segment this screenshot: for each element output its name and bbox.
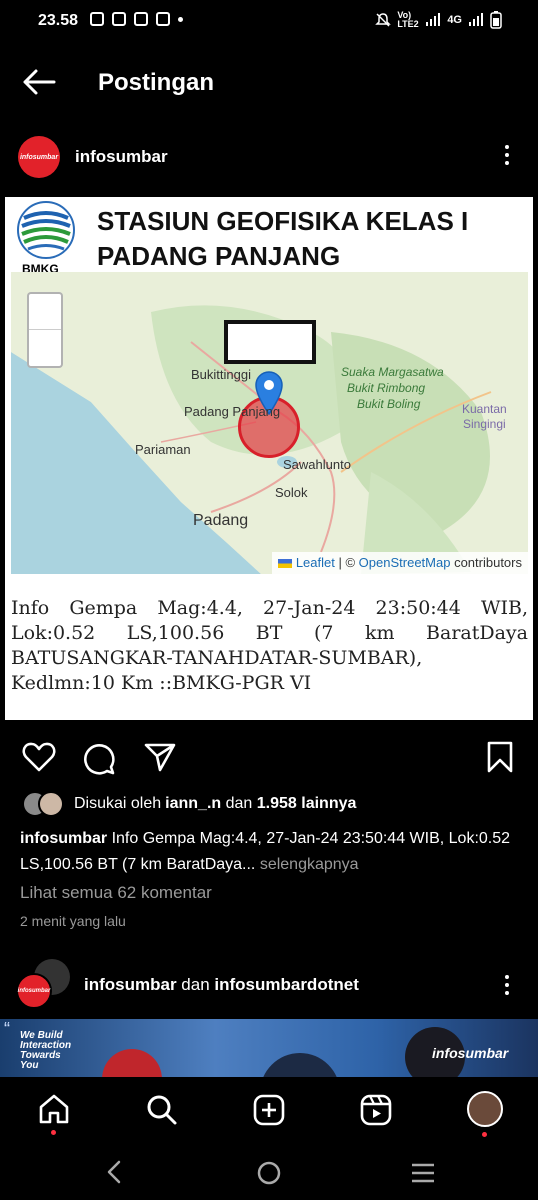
volte-label: Vo) LTE2: [397, 10, 419, 29]
youtube-notification-icon: [90, 12, 104, 26]
avatar-text: infosumbar: [19, 153, 59, 161]
post-caption: infosumbar Info Gempa Mag:4.4, 27-Jan-24…: [20, 826, 520, 878]
search-icon[interactable]: [146, 1094, 178, 1126]
map-label-kuantan-line1: Kuantan: [462, 402, 507, 416]
magnitude-popup[interactable]: Mag : 4.4: [224, 320, 316, 364]
map-attribution: Leaflet | © OpenStreetMap contributors: [272, 552, 528, 574]
likes-user[interactable]: iann_.n: [165, 795, 221, 813]
likes-mid: dan: [221, 795, 257, 812]
map-label-solok: Solok: [275, 485, 308, 500]
station-title-line2: PADANG PANJANG: [97, 241, 341, 271]
map-label-reserve-line1: Suaka Margasatwa: [341, 365, 444, 379]
map-label-sawahlunto: Sawahlunto: [283, 457, 351, 472]
likes-row[interactable]: Disukai oleh iann_.n dan 1.958 lainnya: [22, 791, 356, 817]
map-label-kuantan-line2: Singingi: [463, 417, 506, 431]
page-header: Postingan: [0, 58, 538, 108]
slogan-line: You: [20, 1060, 39, 1071]
info-line: BATUSANGKAR-TANAHDATAR-SUMBAR),: [11, 647, 423, 669]
author-avatar[interactable]: infosumbar: [16, 973, 52, 1009]
post2-author1[interactable]: infosumbar: [84, 975, 177, 994]
post2-joiner: dan: [176, 975, 215, 994]
comment-icon[interactable]: [82, 741, 116, 775]
map-label-kuantan: Kuantan Singingi: [462, 402, 507, 432]
map-label-reserve-line2: Bukit Rimbong: [347, 381, 426, 395]
earthquake-info-text: Info Gempa Mag:4.4, 27-Jan-24 23:50:44 W…: [11, 596, 528, 696]
page-title: Postingan: [98, 69, 215, 96]
liker-avatar: [38, 791, 64, 817]
caption-author[interactable]: infosumbar: [20, 830, 107, 847]
instagram-notification-icon: [156, 12, 170, 26]
home-notification-dot: [51, 1130, 56, 1135]
post-author[interactable]: infosumbar: [75, 147, 168, 167]
more-options-icon[interactable]: [505, 975, 509, 995]
leaflet-link[interactable]: Leaflet: [296, 555, 335, 570]
system-back-icon[interactable]: [105, 1160, 123, 1184]
zoom-out-button[interactable]: −: [29, 330, 61, 366]
post-action-bar: [0, 738, 538, 778]
mute-icon: [375, 13, 392, 27]
bottom-navigation: [0, 1077, 538, 1145]
osm-link[interactable]: OpenStreetMap: [359, 555, 451, 570]
likes-count[interactable]: 1.958 lainnya: [257, 795, 357, 813]
system-home-icon[interactable]: [256, 1160, 282, 1186]
info-line: Info Gempa Mag:4.4, 27-Jan-24 23:50:44 W…: [11, 597, 528, 619]
map-label-reserve-line3: Bukit Boling: [357, 397, 421, 411]
share-icon[interactable]: [143, 741, 177, 773]
create-icon[interactable]: [253, 1094, 285, 1126]
map-label-bukittinggi: Bukittinggi: [191, 367, 251, 382]
battery-icon: [490, 11, 502, 29]
caption-more-link[interactable]: selengkapnya: [255, 856, 359, 873]
more-options-icon[interactable]: [505, 145, 509, 165]
view-comments-link[interactable]: Lihat semua 62 komentar: [20, 883, 212, 903]
status-system-icons: Vo) LTE2 4G: [375, 11, 502, 29]
info-line: Kedlmn:10 Km ::BMKG-PGR VI: [11, 672, 312, 694]
map-label-pariaman: Pariaman: [135, 442, 191, 457]
bmkg-logo: [17, 201, 75, 259]
station-title-line1: STASIUN GEOFISIKA KELAS I: [97, 206, 469, 236]
avatar-text: infosumbar: [17, 988, 51, 994]
signal-icon: [469, 13, 483, 26]
attribution-contributors: contributors: [450, 555, 522, 570]
post2-authors: infosumbar dan infosumbardotnet: [84, 975, 359, 995]
instagram-notification-icon: [112, 12, 126, 26]
quote-mark-icon: “: [4, 1019, 10, 1039]
map-label-padang-panjang: Padang Panjang: [184, 404, 281, 419]
instagram-notification-icon: [134, 12, 148, 26]
profile-avatar[interactable]: [467, 1091, 503, 1127]
post-timestamp: 2 menit yang lalu: [20, 913, 126, 929]
earthquake-map[interactable]: + − Mag : 4.4 Bukittinggi Padang Panjang…: [11, 272, 528, 574]
map-label-padang: Padang: [193, 512, 249, 529]
post2-author2[interactable]: infosumbardotnet: [214, 975, 359, 994]
status-bar: 23.58 Vo) LTE2 4G: [0, 0, 538, 44]
back-arrow-icon[interactable]: [22, 68, 56, 96]
post2-image[interactable]: “ We Build Interaction Towards You infos…: [0, 1019, 538, 1077]
heart-icon[interactable]: [22, 741, 56, 773]
info-line: Lok:0.52 LS,100.56 BT (7 km BaratDaya: [11, 622, 528, 644]
profile-notification-dot: [482, 1132, 487, 1137]
station-title: STASIUN GEOFISIKA KELAS I PADANG PANJANG: [97, 204, 527, 274]
likes-prefix: Disukai oleh: [74, 795, 162, 812]
map-zoom-control: + −: [27, 292, 63, 368]
image-figure: [260, 1053, 340, 1077]
bookmark-icon[interactable]: [486, 741, 514, 773]
ukraine-flag-icon: [278, 559, 293, 569]
status-notification-icons: [90, 12, 183, 26]
reels-icon[interactable]: [360, 1094, 392, 1126]
image-figure: [102, 1049, 162, 1077]
home-icon[interactable]: [38, 1094, 70, 1124]
author-avatar[interactable]: infosumbar: [18, 136, 60, 178]
system-navigation: [0, 1145, 538, 1200]
map-label-reserve: Suaka Margasatwa Bukit Rimbong Bukit Bol…: [341, 364, 444, 412]
network-type: 4G: [447, 14, 462, 26]
post2-header: infosumbar infosumbar dan infosumbardotn…: [0, 959, 538, 1009]
zoom-in-button[interactable]: +: [29, 294, 61, 330]
attribution-separator: | ©: [334, 555, 359, 570]
post2-slogan: We Build Interaction Towards You: [20, 1031, 71, 1071]
post-header: infosumbar infosumbar: [0, 135, 538, 179]
post2-watermark: infosumbar: [432, 1045, 509, 1061]
signal-icon: [426, 13, 441, 26]
more-notifications-dot: [178, 16, 183, 22]
system-recents-icon[interactable]: [410, 1162, 436, 1184]
status-time: 23.58: [38, 12, 79, 29]
